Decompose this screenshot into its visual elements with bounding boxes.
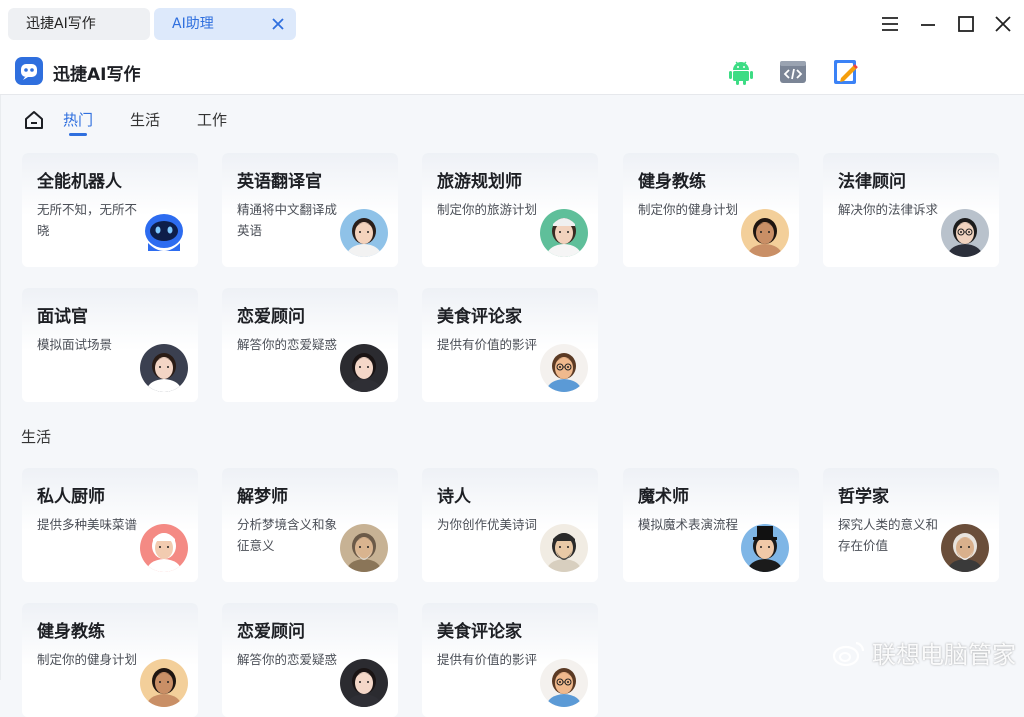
woman-interview-avatar	[140, 344, 188, 392]
lawyer-avatar	[941, 209, 989, 257]
active-tab-indicator	[69, 133, 87, 136]
tab-life[interactable]: 生活	[130, 109, 160, 130]
assistant-card[interactable]: 旅游规划师制定你的旅游计划	[422, 153, 598, 267]
card-title: 英语翻译官	[237, 167, 322, 192]
man-fit-avatar	[140, 659, 188, 707]
assistant-card[interactable]: 全能机器人无所不知，无所不晓	[22, 153, 198, 267]
assistant-card[interactable]: 解梦师分析梦境含义和象征意义	[222, 468, 398, 582]
card-description: 解答你的恋爱疑惑	[237, 334, 337, 355]
card-description: 精通将中文翻译成英语	[237, 199, 337, 241]
tab-xunjie-ai-writing[interactable]: 迅捷AI写作	[8, 8, 150, 40]
section-title-life: 生活	[21, 426, 51, 447]
card-description: 制定你的健身计划	[37, 649, 137, 670]
minimize-icon[interactable]	[918, 14, 938, 34]
window-titlebar: 迅捷AI写作 AI助理	[0, 0, 1024, 48]
menu-icon[interactable]	[880, 14, 900, 34]
category-nav: 热门 生活 工作	[1, 95, 1024, 143]
chef-avatar	[140, 524, 188, 572]
home-icon[interactable]	[23, 109, 45, 131]
app-logo-icon	[15, 57, 43, 85]
watermark: 联想电脑管家	[832, 635, 1016, 670]
card-title: 恋爱顾问	[237, 617, 305, 642]
card-title: 美食评论家	[437, 302, 522, 327]
card-title: 健身教练	[37, 617, 105, 642]
card-description: 提供有价值的影评	[437, 649, 537, 670]
card-title: 面试官	[37, 302, 88, 327]
watermark-text: 联想电脑管家	[872, 635, 1016, 670]
close-icon[interactable]	[270, 16, 286, 32]
assistant-card[interactable]: 哲学家探究人类的意义和存在价值	[823, 468, 999, 582]
card-title: 魔术师	[638, 482, 689, 507]
man-fit-avatar	[741, 209, 789, 257]
main-content: 热门 生活 工作 全能机器人无所不知，无所不晓英语翻译官精通将中文翻译成英语旅游…	[0, 95, 1024, 680]
tab-label: AI助理	[172, 16, 214, 32]
girl-cap-avatar	[540, 209, 588, 257]
card-title: 美食评论家	[437, 617, 522, 642]
tab-label: 迅捷AI写作	[26, 16, 96, 32]
assistant-card[interactable]: 法律顾问解决你的法律诉求	[823, 153, 999, 267]
card-description: 解答你的恋爱疑惑	[237, 649, 337, 670]
card-description: 模拟面试场景	[37, 334, 137, 355]
woman-love-avatar	[340, 344, 388, 392]
card-description: 解决你的法律诉求	[838, 199, 938, 220]
card-title: 法律顾问	[838, 167, 906, 192]
code-window-icon[interactable]	[779, 58, 807, 86]
card-title: 诗人	[437, 482, 471, 507]
card-description: 提供有价值的影评	[437, 334, 537, 355]
magician-avatar	[741, 524, 789, 572]
assistant-card[interactable]: 私人厨师提供多种美味菜谱	[22, 468, 198, 582]
assistant-card[interactable]: 美食评论家提供有价值的影评	[422, 603, 598, 717]
app-header: 迅捷AI写作	[0, 48, 1024, 95]
card-description: 制定你的旅游计划	[437, 199, 537, 220]
tab-hot[interactable]: 热门	[63, 109, 93, 130]
assistant-card[interactable]: 英语翻译官精通将中文翻译成英语	[222, 153, 398, 267]
card-description: 探究人类的意义和存在价值	[838, 514, 938, 556]
assistant-card[interactable]: 面试官模拟面试场景	[22, 288, 198, 402]
card-title: 私人厨师	[37, 482, 105, 507]
card-description: 为你创作优美诗词	[437, 514, 537, 535]
card-title: 全能机器人	[37, 167, 122, 192]
assistant-card[interactable]: 诗人为你创作优美诗词	[422, 468, 598, 582]
card-description: 模拟魔术表演流程	[638, 514, 738, 535]
assistant-card[interactable]: 恋爱顾问解答你的恋爱疑惑	[222, 603, 398, 717]
app-title: 迅捷AI写作	[53, 60, 140, 85]
assistant-card[interactable]: 健身教练制定你的健身计划	[22, 603, 198, 717]
card-description: 无所不知，无所不晓	[37, 199, 137, 241]
tab-work[interactable]: 工作	[197, 109, 227, 130]
old-sage-avatar	[340, 524, 388, 572]
card-title: 恋爱顾问	[237, 302, 305, 327]
assistant-card[interactable]: 美食评论家提供有价值的影评	[422, 288, 598, 402]
android-icon[interactable]	[727, 58, 755, 86]
cartoon-man-avatar	[540, 659, 588, 707]
maximize-icon[interactable]	[956, 14, 976, 34]
philosopher-avatar	[941, 524, 989, 572]
assistant-card[interactable]: 健身教练制定你的健身计划	[623, 153, 799, 267]
weibo-icon	[832, 639, 866, 667]
card-description: 分析梦境含义和象征意义	[237, 514, 337, 556]
woman-love-avatar	[340, 659, 388, 707]
card-title: 解梦师	[237, 482, 288, 507]
assistant-card[interactable]: 恋爱顾问解答你的恋爱疑惑	[222, 288, 398, 402]
cartoon-man-avatar	[540, 344, 588, 392]
assistant-card[interactable]: 魔术师模拟魔术表演流程	[623, 468, 799, 582]
card-title: 哲学家	[838, 482, 889, 507]
card-title: 旅游规划师	[437, 167, 522, 192]
tab-ai-assistant[interactable]: AI助理	[154, 8, 296, 40]
girl-blue-avatar	[340, 209, 388, 257]
robot-avatar	[140, 209, 188, 257]
close-window-icon[interactable]	[993, 14, 1013, 34]
ancient-poet-avatar	[540, 524, 588, 572]
edit-note-icon[interactable]	[832, 58, 860, 86]
card-title: 健身教练	[638, 167, 706, 192]
card-description: 提供多种美味菜谱	[37, 514, 137, 535]
card-description: 制定你的健身计划	[638, 199, 738, 220]
